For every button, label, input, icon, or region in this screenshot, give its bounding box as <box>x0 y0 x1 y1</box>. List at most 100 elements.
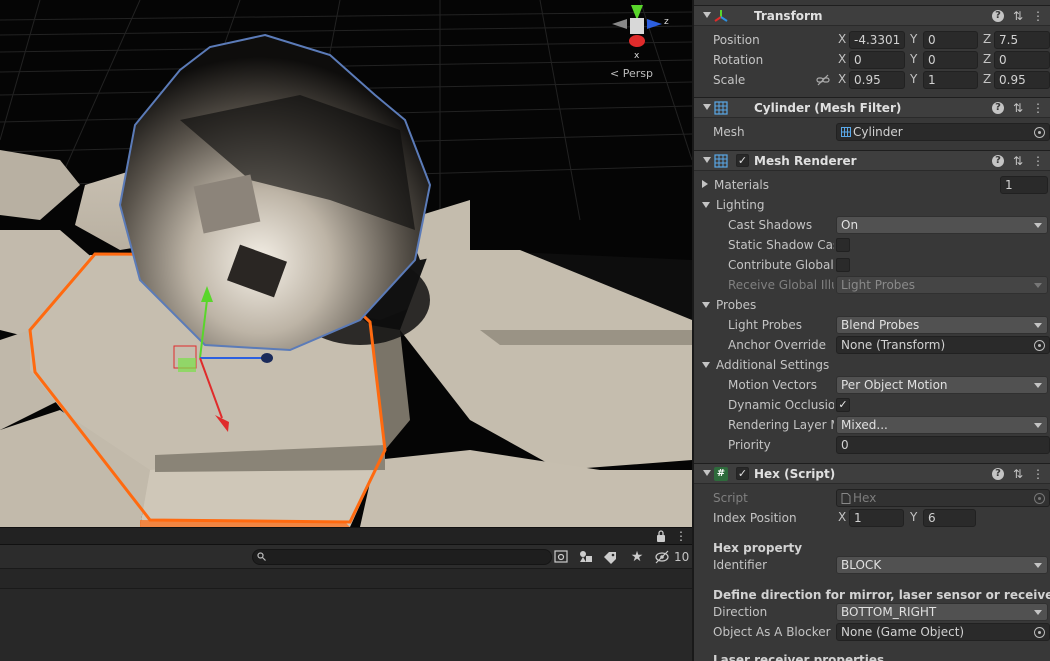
static-shadow-checkbox[interactable] <box>836 238 850 252</box>
rotation-y-field[interactable]: 0 <box>923 51 978 69</box>
dynamic-occlusion-checkbox[interactable]: ✓ <box>836 398 850 412</box>
projection-toggle[interactable]: < Persp <box>610 67 653 80</box>
orientation-gizmo[interactable]: z x <box>612 5 669 61</box>
light-probes-dropdown[interactable]: Blend Probes <box>836 316 1048 334</box>
position-y-field[interactable]: 0 <box>923 31 978 49</box>
y-label[interactable]: Y <box>910 32 917 46</box>
collapse-arrow-icon[interactable] <box>703 470 711 476</box>
motion-vectors-value: Per Object Motion <box>841 378 948 392</box>
anchor-override-field[interactable]: None (Transform) <box>836 336 1050 354</box>
presets-icon[interactable]: ⇅ <box>1012 467 1024 481</box>
y-label[interactable]: Y <box>910 510 917 524</box>
contribute-gi-checkbox[interactable] <box>836 258 850 272</box>
collapse-arrow-icon[interactable] <box>703 104 711 110</box>
x-label[interactable]: X <box>838 52 846 66</box>
cast-shadows-dropdown[interactable]: On <box>836 216 1048 234</box>
rendering-layer-row: Rendering Layer M Mixed... <box>694 415 1050 435</box>
enabled-checkbox[interactable]: ✓ <box>736 467 749 480</box>
scale-x-field[interactable]: 0.95 <box>849 71 905 89</box>
motion-vectors-label: Motion Vectors <box>728 378 817 392</box>
help-icon[interactable]: ? <box>992 10 1004 22</box>
materials-count-field[interactable]: 1 <box>1000 176 1048 194</box>
lighting-section[interactable]: Lighting <box>694 195 1050 215</box>
search-by-type-icon[interactable] <box>552 549 570 565</box>
help-icon[interactable]: ? <box>992 468 1004 480</box>
help-icon[interactable]: ? <box>992 155 1004 167</box>
mesh-filter-icon <box>714 101 728 115</box>
materials-row[interactable]: Materials 1 <box>694 175 1050 195</box>
rotation-z-field[interactable]: 0 <box>994 51 1050 69</box>
more-options-icon[interactable]: ⋮ <box>675 530 687 542</box>
filter-by-type-icon[interactable] <box>577 549 595 565</box>
presets-icon[interactable]: ⇅ <box>1012 101 1024 115</box>
bottom-toolbar: ★ 10 <box>0 545 692 569</box>
position-z-field[interactable]: 7.5 <box>994 31 1050 49</box>
priority-field[interactable]: 0 <box>836 436 1050 454</box>
z-label[interactable]: Z <box>983 32 991 46</box>
direction-value: BOTTOM_RIGHT <box>841 605 937 619</box>
identifier-row: Identifier BLOCK <box>694 555 1050 575</box>
direction-dropdown[interactable]: BOTTOM_RIGHT <box>836 603 1048 621</box>
transform-header[interactable]: Transform ? ⇅ ⋮ <box>694 5 1050 26</box>
enabled-checkbox[interactable]: ✓ <box>736 154 749 167</box>
rendering-layer-label: Rendering Layer M <box>728 418 834 432</box>
component-title: Hex (Script) <box>754 467 836 481</box>
collapse-arrow-icon <box>702 302 710 308</box>
scene-canvas[interactable]: z x <box>0 0 692 527</box>
x-label[interactable]: X <box>838 72 846 86</box>
hex-script-header[interactable]: # ✓ Hex (Script) ? ⇅ ⋮ <box>694 463 1050 484</box>
label-tag-icon[interactable] <box>601 549 619 565</box>
more-options-icon[interactable]: ⋮ <box>1032 154 1044 168</box>
receive-gi-label: Receive Global Illu <box>728 278 834 292</box>
search-input[interactable] <box>252 549 552 565</box>
constrain-proportions-icon[interactable] <box>816 74 830 86</box>
y-label[interactable]: Y <box>910 72 917 86</box>
hidden-eye-icon[interactable] <box>654 549 670 565</box>
rotation-x-field[interactable]: 0 <box>849 51 905 69</box>
probes-section[interactable]: Probes <box>694 295 1050 315</box>
scale-y-field[interactable]: 1 <box>923 71 978 89</box>
more-options-icon[interactable]: ⋮ <box>1032 101 1044 115</box>
x-label[interactable]: X <box>838 32 846 46</box>
chevron-down-icon <box>1034 323 1042 328</box>
motion-vectors-row: Motion Vectors Per Object Motion <box>694 375 1050 395</box>
help-icon[interactable]: ? <box>992 102 1004 114</box>
mesh-object-field[interactable]: Cylinder <box>836 123 1050 141</box>
additional-settings-section[interactable]: Additional Settings <box>694 355 1050 375</box>
rendering-layer-dropdown[interactable]: Mixed... <box>836 416 1048 434</box>
position-x-field[interactable]: -4.3301 <box>849 31 905 49</box>
presets-icon[interactable]: ⇅ <box>1012 154 1024 168</box>
favorite-star-icon[interactable]: ★ <box>628 549 646 565</box>
more-options-icon[interactable]: ⋮ <box>1032 467 1044 481</box>
z-label[interactable]: Z <box>983 52 991 66</box>
index-x-field[interactable]: 1 <box>849 509 904 527</box>
mesh-icon <box>841 127 851 137</box>
more-options-icon[interactable]: ⋮ <box>1032 9 1044 23</box>
probes-foldout[interactable]: Probes <box>702 298 756 312</box>
index-y-field[interactable]: 6 <box>923 509 976 527</box>
mesh-filter-header[interactable]: Cylinder (Mesh Filter) ? ⇅ ⋮ <box>694 97 1050 118</box>
y-label[interactable]: Y <box>910 52 917 66</box>
lock-icon[interactable] <box>656 530 666 542</box>
cast-shadows-value: On <box>841 218 859 232</box>
object-picker-icon[interactable] <box>1034 340 1045 351</box>
cast-shadows-row: Cast Shadows On <box>694 215 1050 235</box>
bottom-panel-header-row <box>0 569 692 589</box>
motion-vectors-dropdown[interactable]: Per Object Motion <box>836 376 1048 394</box>
object-picker-icon[interactable] <box>1034 127 1045 138</box>
blocker-object-field[interactable]: None (Game Object) <box>836 623 1050 641</box>
lighting-foldout[interactable]: Lighting <box>702 198 765 212</box>
collapse-arrow-icon[interactable] <box>703 157 711 163</box>
x-label[interactable]: X <box>838 510 846 524</box>
materials-foldout[interactable]: Materials <box>702 178 769 192</box>
mesh-renderer-header[interactable]: ✓ Mesh Renderer ? ⇅ ⋮ <box>694 150 1050 171</box>
additional-settings-foldout[interactable]: Additional Settings <box>702 358 829 372</box>
transform-icon <box>714 10 728 22</box>
identifier-dropdown[interactable]: BLOCK <box>836 556 1048 574</box>
presets-icon[interactable]: ⇅ <box>1012 9 1024 23</box>
collapse-arrow-icon[interactable] <box>703 12 711 18</box>
object-picker-icon[interactable] <box>1034 627 1045 638</box>
scene-view[interactable]: z x < Persp <box>0 0 692 527</box>
z-label[interactable]: Z <box>983 72 991 86</box>
scale-z-field[interactable]: 0.95 <box>994 71 1050 89</box>
